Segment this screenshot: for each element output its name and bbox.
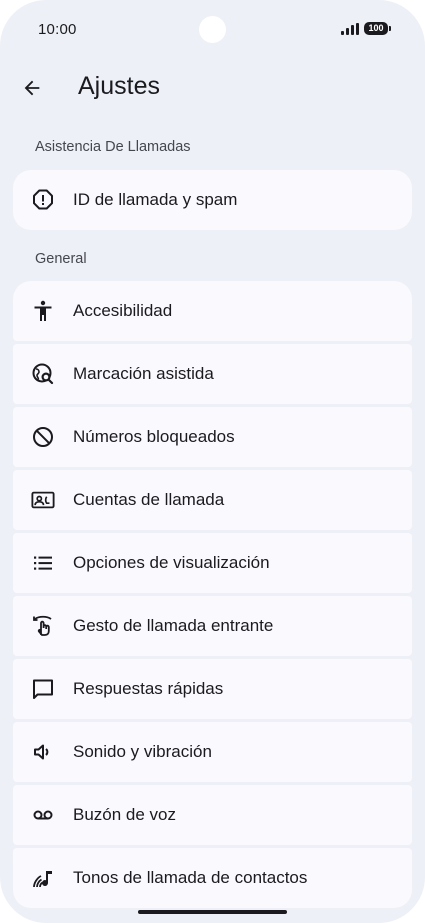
settings-item-sonido-vibracion[interactable]: Sonido y vibración xyxy=(13,722,412,782)
settings-item-label: Cuentas de llamada xyxy=(73,490,225,509)
settings-item-opciones-visualizacion[interactable]: Opciones de visualización xyxy=(13,533,412,593)
page-title: Ajustes xyxy=(78,72,160,100)
settings-item-gesto-llamada-entrante[interactable]: Gesto de llamada entrante xyxy=(13,596,412,656)
settings-item-cuentas-de-llamada[interactable]: Cuentas de llamada xyxy=(13,470,412,530)
section-header-general: General xyxy=(35,251,87,267)
settings-item-buzon-de-voz[interactable]: Buzón de voz xyxy=(13,785,412,845)
camera-cutout xyxy=(199,16,226,43)
settings-item-label: Sonido y vibración xyxy=(73,742,212,761)
ringtone-icon xyxy=(31,866,55,890)
settings-item-label: Tonos de llamada de contactos xyxy=(73,868,308,887)
spam-alert-icon xyxy=(31,188,55,212)
card-group-general: Accesibilidad Marcación asistida Números… xyxy=(13,281,412,908)
settings-item-label: Buzón de voz xyxy=(73,805,177,824)
back-button[interactable] xyxy=(14,70,50,106)
list-icon xyxy=(31,551,55,575)
settings-item-tonos-contactos[interactable]: Tonos de llamada de contactos xyxy=(13,848,412,908)
back-arrow-icon xyxy=(24,80,40,96)
gesture-navigation-bar[interactable] xyxy=(138,910,287,914)
settings-item-accesibilidad[interactable]: Accesibilidad xyxy=(13,281,412,341)
settings-item-caller-id-spam[interactable]: ID de llamada y spam xyxy=(13,170,412,230)
settings-item-label: Gesto de llamada entrante xyxy=(73,616,274,635)
status-time: 10:00 xyxy=(38,21,77,38)
signal-icon xyxy=(341,22,359,35)
section-header-asistencia: Asistencia De Llamadas xyxy=(35,139,191,155)
settings-item-marcacion-asistida[interactable]: Marcación asistida xyxy=(13,344,412,404)
swipe-gesture-icon xyxy=(31,614,55,638)
settings-item-label: Números bloqueados xyxy=(73,427,235,446)
settings-item-label: ID de llamada y spam xyxy=(73,190,238,209)
settings-item-label: Opciones de visualización xyxy=(73,553,270,572)
voicemail-icon xyxy=(31,803,55,827)
accessibility-icon xyxy=(31,299,55,323)
settings-item-label: Respuestas rápidas xyxy=(73,679,224,698)
status-icons: 100 xyxy=(341,22,391,35)
phone-screen: 10:00 100 Ajustes Asistencia De Llamadas xyxy=(0,0,425,923)
card-group-asistencia: ID de llamada y spam xyxy=(13,170,412,230)
volume-icon xyxy=(31,740,55,764)
battery-icon: 100 xyxy=(364,22,391,35)
app-bar: Ajustes xyxy=(0,66,425,110)
settings-item-label: Accesibilidad xyxy=(73,301,173,320)
settings-item-respuestas-rapidas[interactable]: Respuestas rápidas xyxy=(13,659,412,719)
settings-item-numeros-bloqueados[interactable]: Números bloqueados xyxy=(13,407,412,467)
block-icon xyxy=(31,425,55,449)
call-accounts-icon xyxy=(31,488,55,512)
assisted-dialing-icon xyxy=(31,362,55,386)
message-icon xyxy=(31,677,55,701)
status-bar: 10:00 100 xyxy=(0,0,425,60)
settings-item-label: Marcación asistida xyxy=(73,364,214,383)
